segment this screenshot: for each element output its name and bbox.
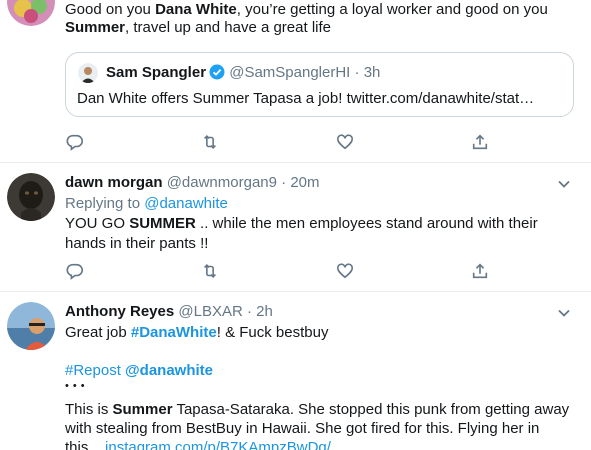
- author-name[interactable]: dawn morgan: [65, 174, 163, 191]
- tweet-text-line5: this... instagram.com/p/B7KAmpzBwDq/: [65, 438, 331, 450]
- tweet-actions: [65, 132, 515, 152]
- avatar[interactable]: [7, 302, 55, 350]
- tweet-text: Great job #DanaWhite! & Fuck bestbuy: [65, 324, 329, 341]
- author-handle[interactable]: @dawnmorgan9: [167, 174, 277, 191]
- quoted-header: Sam Spangler @SamSpanglerHI · 3h: [106, 64, 381, 81]
- avatar[interactable]: [7, 0, 55, 26]
- quoted-avatar: [78, 63, 98, 83]
- author-name[interactable]: Anthony Reyes: [65, 303, 174, 320]
- quoted-text: Dan White offers Summer Tapasa a job! tw…: [77, 90, 535, 107]
- quoted-author-name: Sam Spangler: [106, 64, 207, 81]
- reply-icon[interactable]: [65, 132, 85, 152]
- tweet-text: Good on you Dana White, you’re getting a…: [65, 1, 548, 18]
- instagram-link[interactable]: instagram.com/p/B7KAmpzBwDq/: [105, 439, 331, 450]
- quoted-timestamp: 3h: [363, 64, 381, 81]
- tweet-header: Anthony Reyes @LBXAR · 2h: [65, 303, 273, 320]
- avatar[interactable]: [7, 173, 55, 221]
- author-handle[interactable]: @LBXAR: [178, 303, 242, 320]
- hashtag-link[interactable]: #DanaWhite: [131, 324, 217, 341]
- quoted-tweet[interactable]: Sam Spangler @SamSpanglerHI · 3h Dan Whi…: [65, 52, 574, 117]
- tweet-actions: [65, 261, 515, 281]
- like-icon[interactable]: [335, 261, 355, 281]
- tweet-text-line3: This is Summer Tapasa-Sataraka. She stop…: [65, 401, 570, 418]
- tweet-text-line4: with stealing from BestBuy in Hawaii. Sh…: [65, 420, 540, 437]
- reply-to-link[interactable]: @danawhite: [144, 195, 228, 212]
- tweet-header: dawn morgan @dawnmorgan9 · 20m: [65, 174, 320, 191]
- replying-to: Replying to @danawhite: [65, 195, 228, 212]
- separator-dots: •••: [65, 380, 89, 392]
- tweet[interactable]: Anthony Reyes @LBXAR · 2h Great job #Dan…: [0, 292, 591, 450]
- verified-badge-icon: [209, 64, 225, 80]
- retweet-icon[interactable]: [200, 261, 220, 281]
- repost-user-link[interactable]: @danawhite: [125, 362, 213, 379]
- timeline: Good on you Dana White, you’re getting a…: [0, 0, 591, 450]
- like-icon[interactable]: [335, 132, 355, 152]
- tweet-text-line2: hands in their pants !!: [65, 235, 209, 252]
- retweet-icon[interactable]: [200, 132, 220, 152]
- share-icon[interactable]: [470, 261, 490, 281]
- reply-icon[interactable]: [65, 261, 85, 281]
- timestamp[interactable]: 2h: [256, 303, 273, 320]
- tweet-text: YOU GO SUMMER .. while the men employees…: [65, 215, 538, 232]
- tweet-text-line2: Summer, travel up and have a great life: [65, 19, 331, 36]
- tweet[interactable]: Good on you Dana White, you’re getting a…: [0, 0, 591, 163]
- chevron-down-icon[interactable]: [557, 177, 571, 191]
- tweet[interactable]: dawn morgan @dawnmorgan9 · 20m Replying …: [0, 163, 591, 292]
- quoted-author-handle: @SamSpanglerHI: [229, 64, 351, 81]
- chevron-down-icon[interactable]: [557, 306, 571, 320]
- timestamp[interactable]: 20m: [290, 174, 319, 191]
- share-icon[interactable]: [470, 132, 490, 152]
